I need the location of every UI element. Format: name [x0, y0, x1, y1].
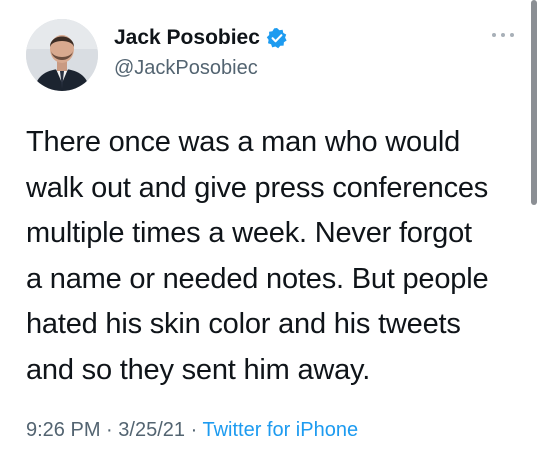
verified-badge-icon: [266, 28, 287, 49]
scrollbar[interactable]: [531, 0, 537, 205]
author-display-name[interactable]: Jack Posobiec: [114, 25, 260, 51]
profile-photo: [26, 19, 98, 91]
tweet-text-line: walk out and give press conferences: [26, 171, 489, 204]
tweet-text-line: and so they sent him away.: [26, 353, 371, 386]
author-name-row[interactable]: Jack Posobiec: [114, 25, 288, 51]
tweet-source-link[interactable]: Twitter for iPhone: [202, 419, 358, 441]
avatar[interactable]: [26, 19, 98, 91]
meta-separator: ·: [106, 419, 113, 441]
author-handle[interactable]: @JackPosobiec: [114, 56, 258, 80]
tweet-text-line: multiple times a week. Never forgot: [26, 217, 472, 249]
tweet-time[interactable]: 9:26 PM: [26, 419, 100, 441]
meta-separator: ·: [190, 419, 198, 441]
tweet-text-line: a name or needed notes. But people: [26, 262, 489, 295]
tweet-date[interactable]: 3/25/21: [118, 419, 185, 441]
tweet-text-line: hated his skin color and his tweets: [26, 308, 461, 340]
more-options-icon[interactable]: [490, 30, 516, 40]
tweet-metadata: 9:26 PM · 3/25/21 · Twitter for iPhone: [26, 417, 358, 443]
tweet-text-line: There once was a man who would: [26, 126, 461, 158]
tweet-text: There once was a man who would walk out …: [26, 120, 524, 393]
